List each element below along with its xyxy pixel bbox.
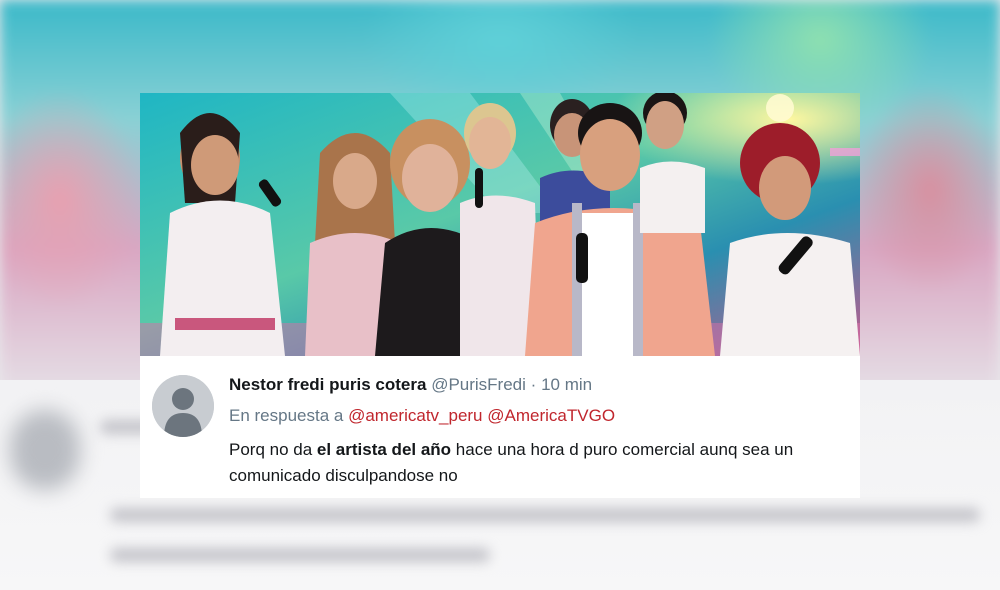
tweet-content: Nestor fredi puris cotera @PurisFredi · … [140, 356, 860, 498]
author-display-name[interactable]: Nestor fredi puris cotera [229, 375, 426, 394]
tweet-photo[interactable] [140, 93, 860, 356]
mention-link-americatvgo[interactable]: @AmericaTVGO [487, 406, 615, 425]
stage-performers-illustration [140, 93, 860, 356]
author-handle[interactable]: @PurisFredi [431, 375, 526, 394]
mention-link-americatv-peru[interactable]: @americatv_peru [348, 406, 482, 425]
blurred-avatar [10, 410, 80, 490]
tweet-body: Porq no da el artista del año hace una h… [229, 437, 839, 489]
blurred-text-line [110, 548, 490, 562]
separator-dot: · [530, 375, 537, 394]
tweet-timestamp[interactable]: 10 min [541, 375, 592, 394]
blurred-text-line [110, 508, 980, 522]
default-profile-avatar-icon[interactable] [152, 375, 214, 437]
tweet-card: Nestor fredi puris cotera @PurisFredi · … [140, 93, 860, 498]
tweet-body-bold: el artista del año [316, 440, 452, 459]
tweet-body-start: Porq no da [229, 440, 317, 459]
reply-context: En respuesta a @americatv_peru @AmericaT… [229, 406, 615, 426]
tweet-header: Nestor fredi puris cotera @PurisFredi · … [229, 375, 592, 395]
reply-prefix: En respuesta a [229, 406, 344, 425]
